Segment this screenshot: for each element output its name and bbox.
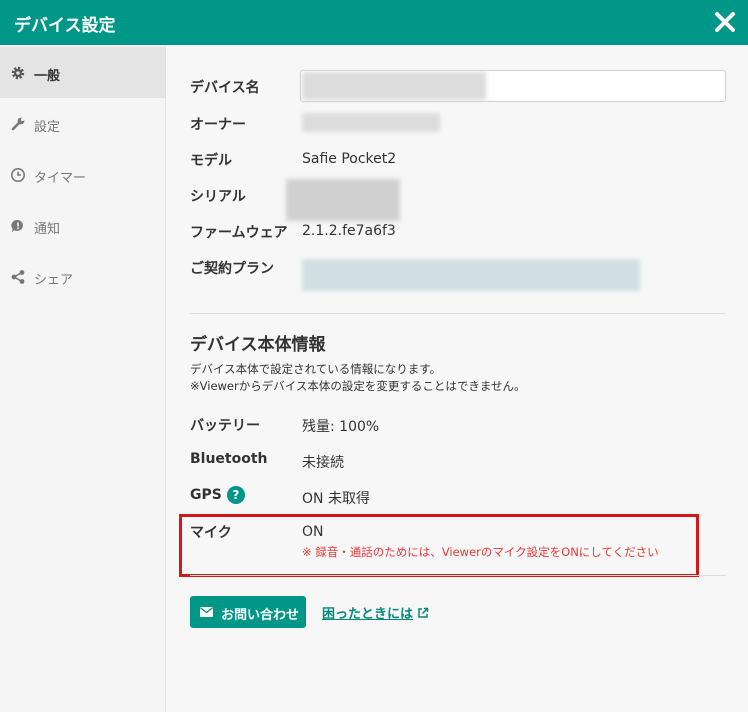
divider — [190, 575, 726, 576]
gps-label-row: GPS? — [190, 486, 245, 504]
owner-value-redacted — [302, 113, 440, 132]
owner-label: オーナー — [190, 117, 246, 133]
firmware-label: ファームウェア — [190, 225, 288, 241]
sidebar-item-label: シェア — [34, 273, 74, 288]
device-info-note: ※Viewerからデバイス本体の設定を変更することはできません。 — [190, 379, 526, 393]
help-link[interactable]: 困ったときには — [322, 603, 429, 622]
mail-icon — [200, 607, 213, 617]
sidebar-item-settings[interactable]: 設定 — [0, 98, 165, 149]
external-link-icon — [418, 607, 429, 618]
battery-label: バッテリー — [190, 418, 260, 434]
gear-icon — [10, 65, 26, 81]
sidebar-item-share[interactable]: シェア — [0, 251, 165, 302]
sidebar-item-label: タイマー — [34, 171, 87, 186]
dialog-title: デバイス設定 — [14, 16, 116, 36]
sidebar-item-timer[interactable]: タイマー — [0, 149, 165, 200]
help-icon[interactable]: ? — [226, 486, 245, 504]
divider — [190, 313, 726, 314]
clock-icon — [10, 167, 26, 183]
gps-value: ON 未取得 — [302, 491, 370, 507]
close-icon[interactable] — [712, 8, 738, 36]
bluetooth-label: Bluetooth — [190, 451, 268, 467]
sidebar-item-label: 通知 — [34, 222, 61, 237]
serial-label: シリアル — [190, 189, 246, 205]
device-info-title: デバイス本体情報 — [190, 335, 326, 355]
bluetooth-value: 未接続 — [302, 455, 344, 471]
device-name-label: デバイス名 — [190, 80, 260, 96]
device-name-redacted — [302, 72, 486, 100]
plan-value-redacted — [302, 259, 640, 291]
sidebar-item-notification[interactable]: 通知 — [0, 200, 165, 251]
plan-label: ご契約プラン — [190, 261, 274, 277]
sidebar-item-label: 一般 — [34, 69, 61, 84]
share-icon — [10, 269, 26, 285]
sidebar-item-label: 設定 — [34, 120, 61, 135]
firmware-value: 2.1.2.fe7a6f3 — [302, 223, 396, 239]
model-label: モデル — [190, 153, 232, 169]
main-panel: デバイス名 オーナー モデル Safie Pocket2 シリアル ファームウェ… — [166, 45, 748, 712]
mic-highlight-box — [179, 514, 699, 577]
notification-icon — [10, 218, 26, 234]
help-link-label: 困ったときには — [322, 607, 414, 622]
sidebar-item-general[interactable]: 一般 — [0, 47, 165, 98]
battery-value: 残量: 100% — [302, 419, 380, 435]
model-value: Safie Pocket2 — [302, 151, 397, 167]
dialog-header: デバイス設定 — [0, 0, 748, 45]
sidebar: 一般 設定 タイマー 通知 シェア — [0, 45, 166, 712]
contact-button-label: お問い合わせ — [221, 608, 300, 623]
contact-button[interactable]: お問い合わせ — [190, 596, 306, 628]
serial-value-redacted — [286, 179, 400, 221]
wrench-icon — [10, 116, 26, 132]
device-info-description: デバイス本体で設定されている情報になります。 — [190, 362, 442, 376]
gps-label: GPS — [190, 487, 222, 503]
